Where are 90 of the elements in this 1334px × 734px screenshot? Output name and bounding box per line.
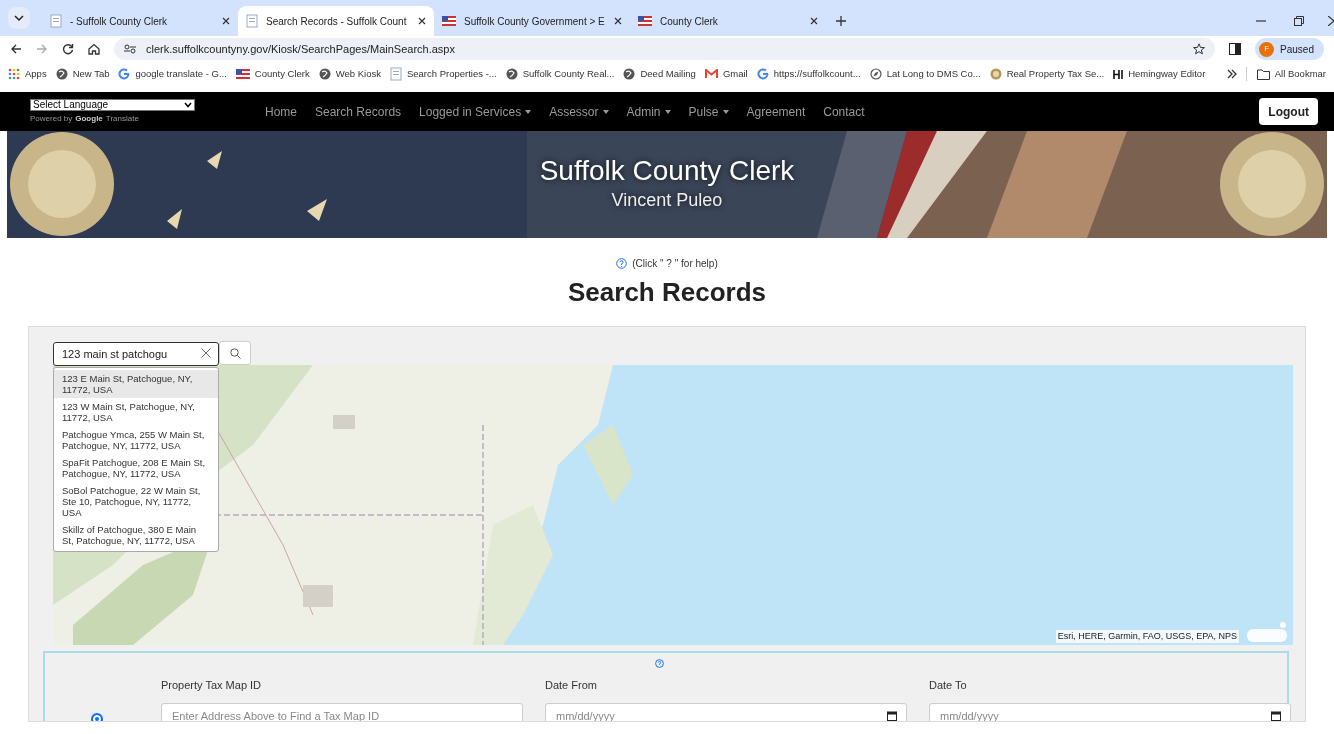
star-icon: [1193, 43, 1206, 55]
profile-status: Paused: [1280, 42, 1314, 57]
search-icon: [229, 347, 241, 359]
bookmark-folder[interactable]: All Bookmar: [1245, 66, 1326, 82]
bookmark[interactable]: Hemingway Editor: [1113, 66, 1206, 82]
tab-title: Suffolk County Government > E: [464, 14, 606, 29]
field-label: Property Tax Map ID: [161, 678, 263, 693]
tab-title: Search Records - Suffolk Count: [266, 14, 408, 29]
bookmark[interactable]: Lat Long to DMS Co...: [869, 66, 981, 82]
profile-avatar: F: [1259, 41, 1275, 57]
calendar-icon: [887, 710, 897, 721]
tab-title: County Clerk: [660, 14, 719, 29]
bookmark[interactable]: https://suffolkcount...: [756, 66, 861, 82]
flag-icon: [442, 16, 456, 26]
nav-link[interactable]: Assessor: [549, 102, 609, 121]
browser-tab[interactable]: Search Records - Suffolk Count: [238, 6, 434, 36]
browser-tab[interactable]: - Suffolk County Clerk: [42, 6, 238, 36]
forward-icon: [36, 43, 48, 55]
seal-icon: [989, 68, 1002, 80]
browser-tab[interactable]: Suffolk County Government > E: [434, 6, 630, 36]
search-button[interactable]: [219, 341, 251, 365]
flag-icon: [235, 69, 250, 79]
apps-icon: [8, 68, 20, 80]
nav-link[interactable]: Home: [265, 102, 297, 121]
url-text: clerk.suffolkcountyny.gov/Kiosk/SearchPages/MainSearch.aspx: [146, 41, 456, 57]
suggestion-item[interactable]: Patchogue Ymca, 255 W Main St, Patchogue, NY, 11772, USA: [54, 426, 218, 454]
page-icon: [246, 14, 258, 28]
calendar-icon: [1271, 710, 1281, 721]
suggestion-item[interactable]: SpaFit Patchogue, 208 E Main St, Patchogue, NY, 11772, USA: [54, 454, 218, 482]
suggestion-item[interactable]: 123 E Main St, Patchogue, NY, 11772, USA: [54, 370, 218, 398]
nav-link[interactable]: Pulse: [688, 102, 729, 121]
tune-icon: [124, 44, 136, 54]
plus-icon: [836, 16, 846, 26]
nav-link[interactable]: Logged in Services: [419, 102, 532, 121]
g-icon: [118, 68, 131, 80]
field-label: Date To: [929, 678, 968, 693]
logout-button[interactable]: Logout: [1259, 98, 1318, 125]
browser-tab[interactable]: County Clerk: [630, 6, 826, 36]
google-text: Google: [75, 112, 103, 125]
nav-link[interactable]: Admin: [626, 102, 671, 121]
nav-link[interactable]: Search Records: [315, 102, 402, 121]
banner-subtitle: Vincent Puleo: [611, 189, 723, 212]
bookmark[interactable]: County Clerk: [235, 66, 310, 82]
date-field[interactable]: mm/dd/yyyy: [929, 702, 1291, 721]
bookmark[interactable]: Suffolk County Real...: [505, 66, 615, 82]
input-field[interactable]: Enter Address Above to Find a Tax Map ID: [161, 702, 523, 721]
folder-icon: [1256, 68, 1270, 80]
translate-link[interactable]: Translate: [105, 112, 139, 125]
page-heading: Search Records: [568, 276, 766, 309]
home-icon: [88, 43, 100, 55]
bookmark[interactable]: Search Properties -...: [389, 66, 497, 82]
tab-title: - Suffolk County Clerk: [70, 14, 169, 29]
flag-icon: [638, 16, 652, 26]
bookmark[interactable]: Apps: [8, 66, 47, 82]
compass-icon: [869, 68, 882, 80]
suggestion-item[interactable]: SoBol Patchogue, 22 W Main St, Ste 10, Patchogue, NY, 11772, USA: [54, 482, 218, 521]
reload-icon: [62, 43, 74, 55]
bookmark[interactable]: Deed Mailing: [623, 66, 696, 82]
banner-title: Suffolk County Clerk: [539, 155, 795, 187]
page-icon: [50, 14, 62, 28]
nav-link[interactable]: Contact: [823, 102, 865, 121]
sidebar-icon: [1229, 43, 1242, 55]
bookmark[interactable]: Real Property Tax Se...: [989, 66, 1105, 82]
suggestion-item[interactable]: 123 W Main St, Patchogue, NY, 11772, USA: [54, 398, 218, 426]
profile-button[interactable]: F Paused: [1255, 38, 1324, 60]
bookmark[interactable]: Web Kiosk: [318, 66, 381, 82]
help-text: (Click " ? " for help): [632, 257, 718, 271]
page-icon: [389, 67, 402, 81]
suggestion-item[interactable]: Skillz of Patchogue, 380 E Main St, Patchogue, NY, 11772, USA: [54, 521, 218, 549]
field-label: Date From: [545, 678, 598, 693]
language-select[interactable]: Select Language: [30, 98, 195, 111]
bookmark[interactable]: New Tab: [55, 66, 110, 82]
back-icon: [10, 43, 22, 55]
bookmark[interactable]: Gmail: [704, 66, 748, 82]
mail-icon: [704, 69, 718, 79]
restore-icon: [1294, 16, 1304, 26]
caret-icon: [8, 7, 30, 29]
h-icon: [1113, 68, 1124, 80]
date-field[interactable]: mm/dd/yyyy: [545, 702, 907, 721]
nav-link[interactable]: Agreement: [746, 102, 806, 121]
help-icon: [616, 258, 628, 269]
address-bar[interactable]: clerk.suffolkcountyny.gov/Kiosk/SearchPages/MainSearch.aspx: [114, 38, 1216, 60]
powered-by-text: Powered by: [30, 112, 73, 125]
bookmark[interactable]: google translate - G...: [118, 66, 227, 82]
g-icon: [756, 68, 769, 80]
help-icon: [655, 659, 664, 668]
chevron-icon: [184, 101, 192, 108]
chevrons-icon: [1226, 69, 1237, 79]
clear-icon: [201, 348, 211, 358]
search-field[interactable]: 123 main st patchogu: [53, 342, 219, 366]
